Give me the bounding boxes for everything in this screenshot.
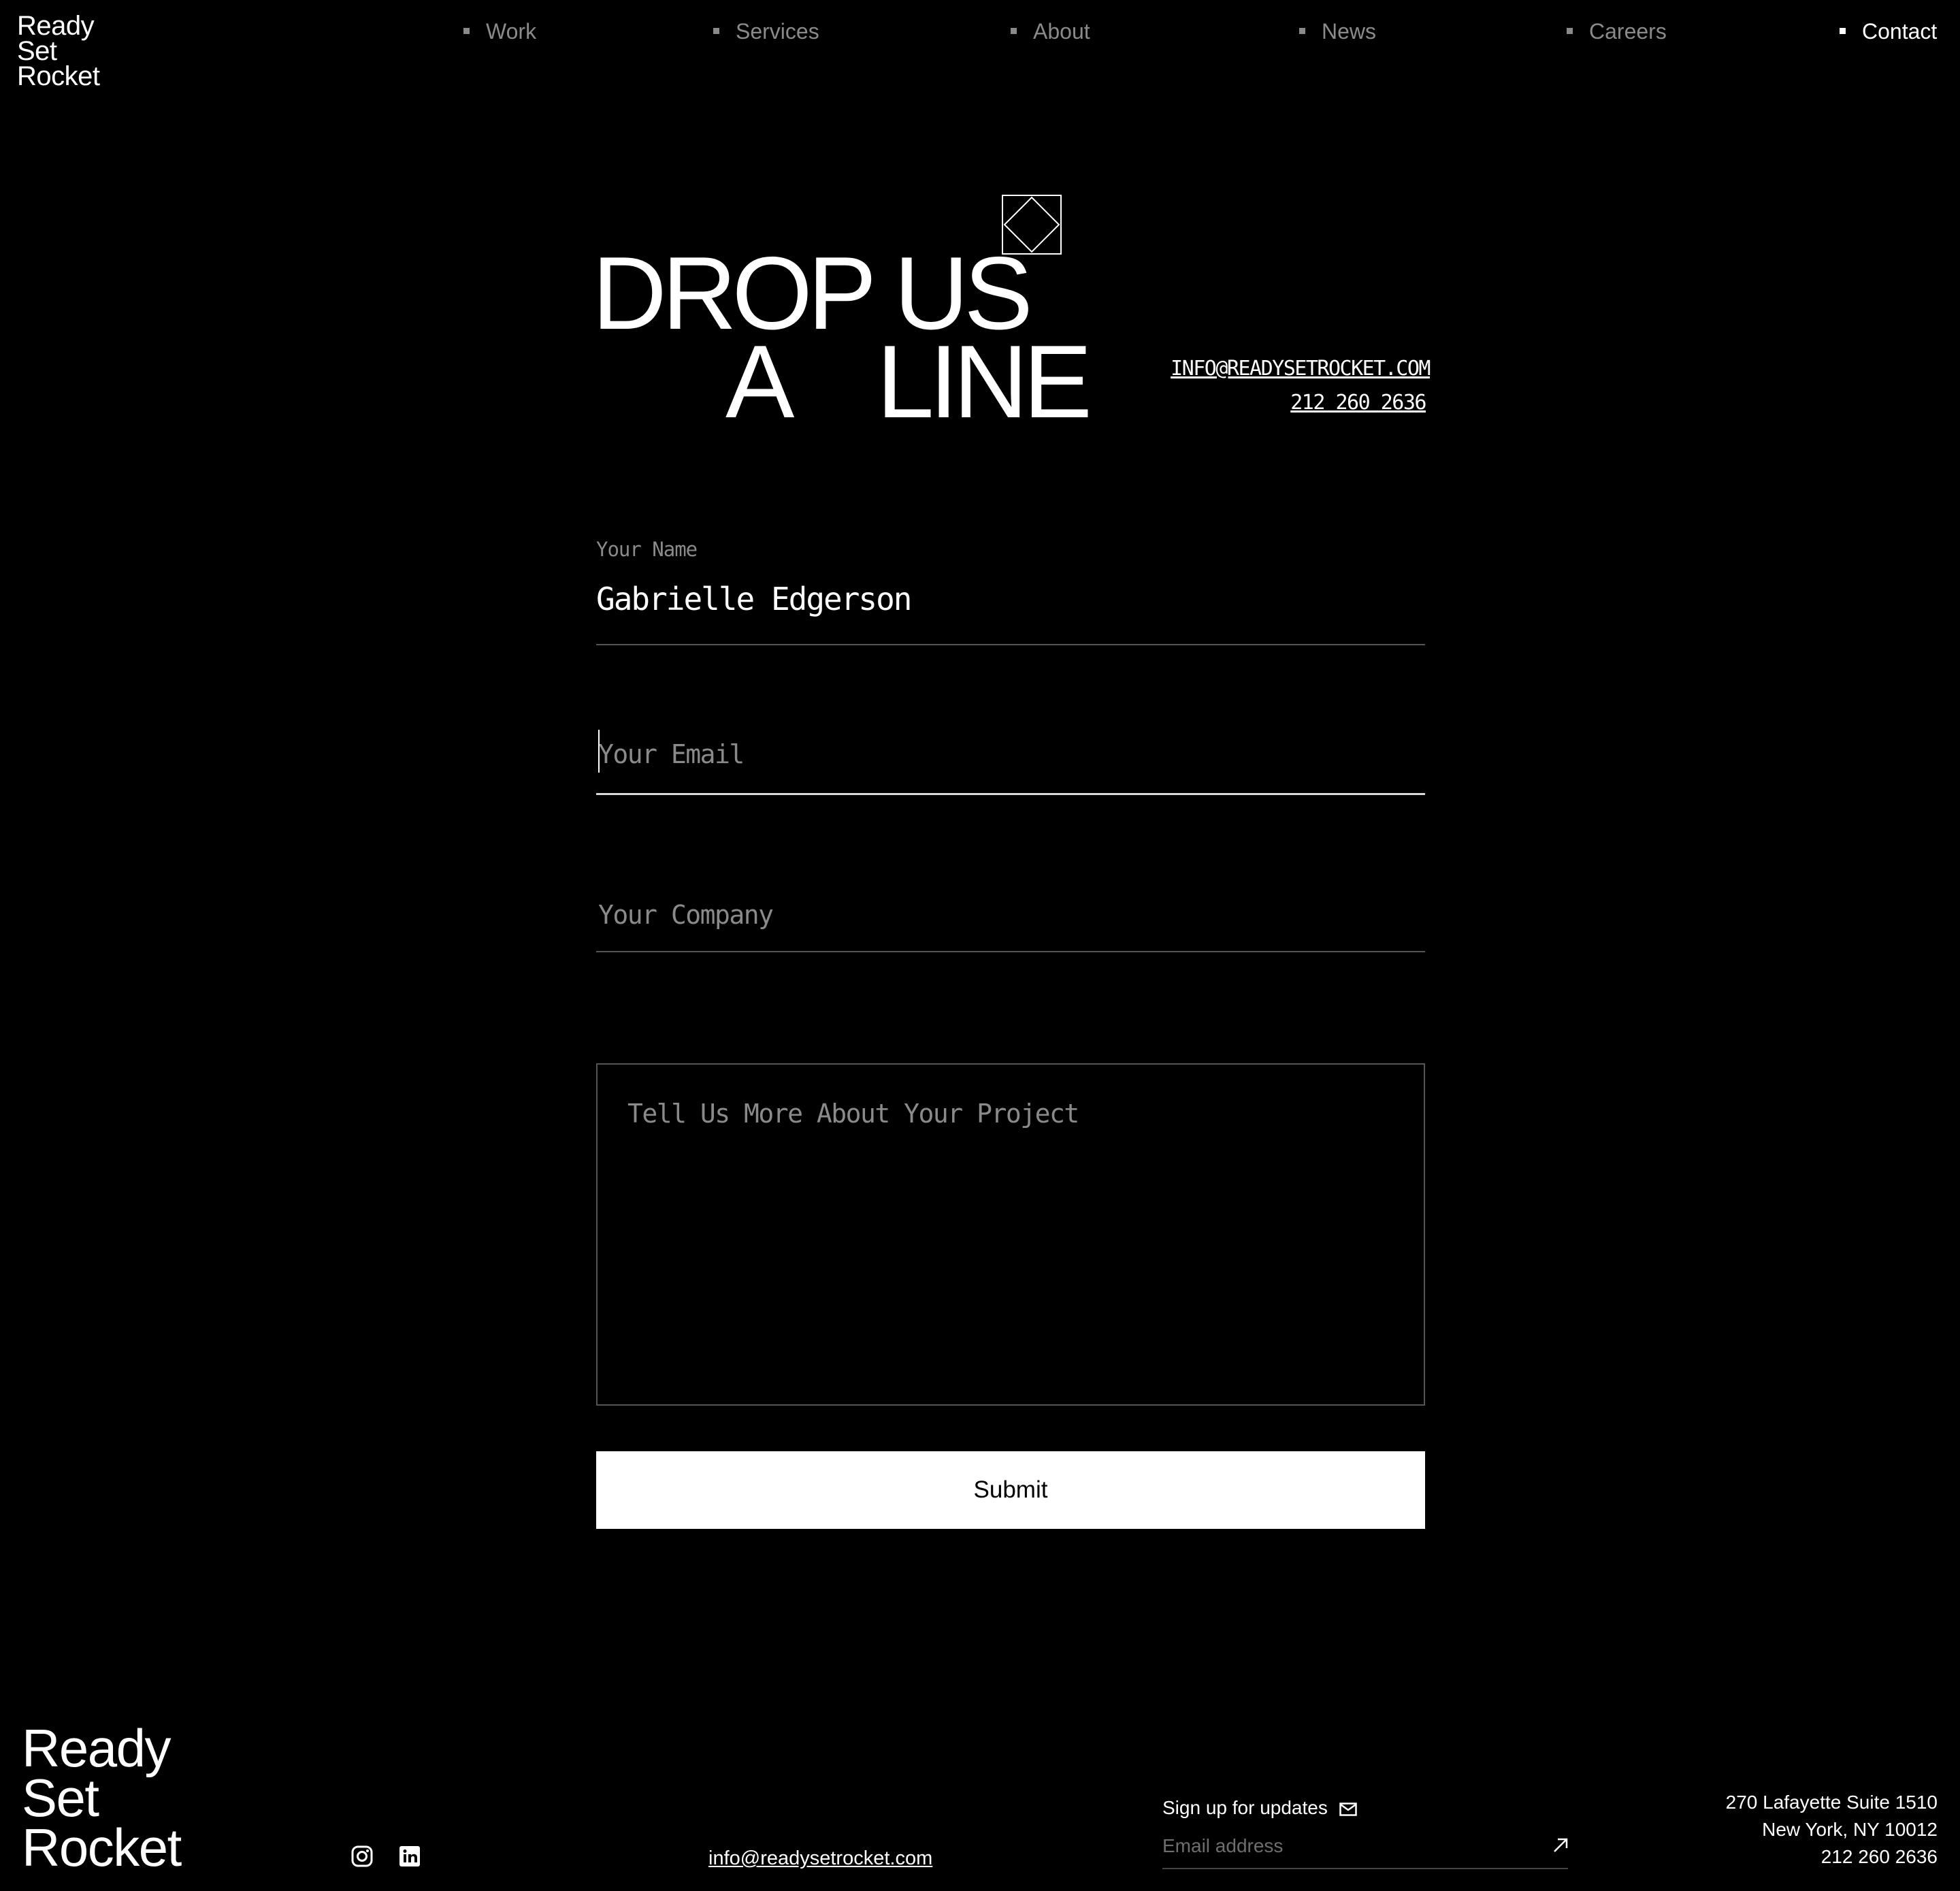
nav-item-work[interactable]: Work [463, 18, 536, 45]
signup-label: Sign up for updates [1162, 1797, 1328, 1818]
square-bullet-icon [713, 28, 719, 35]
newsletter-email-input[interactable] [1162, 1832, 1544, 1860]
mail-icon [1339, 1803, 1357, 1816]
nav-item-news[interactable]: News [1299, 18, 1376, 45]
nav-item-label: Careers [1589, 19, 1667, 44]
nav-item-contact[interactable]: Contact [1840, 18, 1937, 45]
logo-word: Set [17, 36, 57, 66]
logo[interactable]: Ready Set Rocket [17, 11, 100, 91]
address-phone: 212 260 2636 [1820, 1846, 1938, 1867]
nav-item-services[interactable]: Services [713, 18, 819, 45]
nav-item-label: Work [486, 19, 537, 44]
square-bullet-icon [1840, 28, 1846, 35]
footer-logo[interactable]: Ready Set Rocket [22, 1718, 182, 1877]
nav-item-label: Contact [1862, 19, 1938, 44]
logo-word: Set [22, 1768, 99, 1828]
name-field[interactable]: Gabrielle Edgerson [596, 581, 912, 617]
square-bullet-icon [463, 28, 470, 35]
address-street: 270 Lafayette Suite 1510 [1725, 1792, 1938, 1813]
linkedin-icon[interactable] [398, 1845, 421, 1868]
square-bullet-icon [1299, 28, 1305, 35]
nav-item-label: Services [736, 19, 819, 44]
footer-email-link[interactable]: info@readysetrocket.com [708, 1847, 932, 1870]
company-field[interactable] [596, 896, 1425, 934]
logo-word: Ready [22, 1718, 171, 1778]
square-bullet-icon [1567, 28, 1573, 35]
submit-button[interactable]: Submit [596, 1451, 1425, 1529]
name-field-label: Your Name [596, 538, 698, 561]
project-textarea-placeholder: Tell Us More About Your Project [627, 1099, 1079, 1129]
instagram-icon[interactable] [350, 1845, 374, 1868]
nav-item-label: News [1322, 19, 1377, 44]
square-bullet-icon [1011, 28, 1017, 35]
newsletter-underline [1162, 1868, 1568, 1869]
nav-item-about[interactable]: About [1011, 18, 1090, 45]
nav-item-label: About [1033, 19, 1090, 44]
title-line-2-a: A [725, 324, 794, 440]
email-field-underline [596, 793, 1425, 795]
title-line-2-line: LINE [877, 324, 1092, 440]
nav-item-careers[interactable]: Careers [1567, 18, 1667, 45]
arrow-up-right-icon[interactable] [1552, 1837, 1569, 1854]
logo-word: Ready [17, 11, 95, 41]
logo-word: Rocket [17, 61, 100, 91]
diamond-icon [1002, 195, 1062, 255]
company-field-underline [596, 951, 1425, 952]
logo-word: Rocket [22, 1817, 182, 1877]
text-caret [598, 730, 600, 773]
hero-phone-link[interactable]: 212 260 2636 [1290, 389, 1426, 417]
name-field-underline [596, 644, 1425, 645]
email-field[interactable] [596, 735, 1425, 773]
hero-email-link[interactable]: INFO@READYSETROCKET.COM [1171, 355, 1431, 383]
address-city: New York, NY 10012 [1762, 1819, 1938, 1840]
